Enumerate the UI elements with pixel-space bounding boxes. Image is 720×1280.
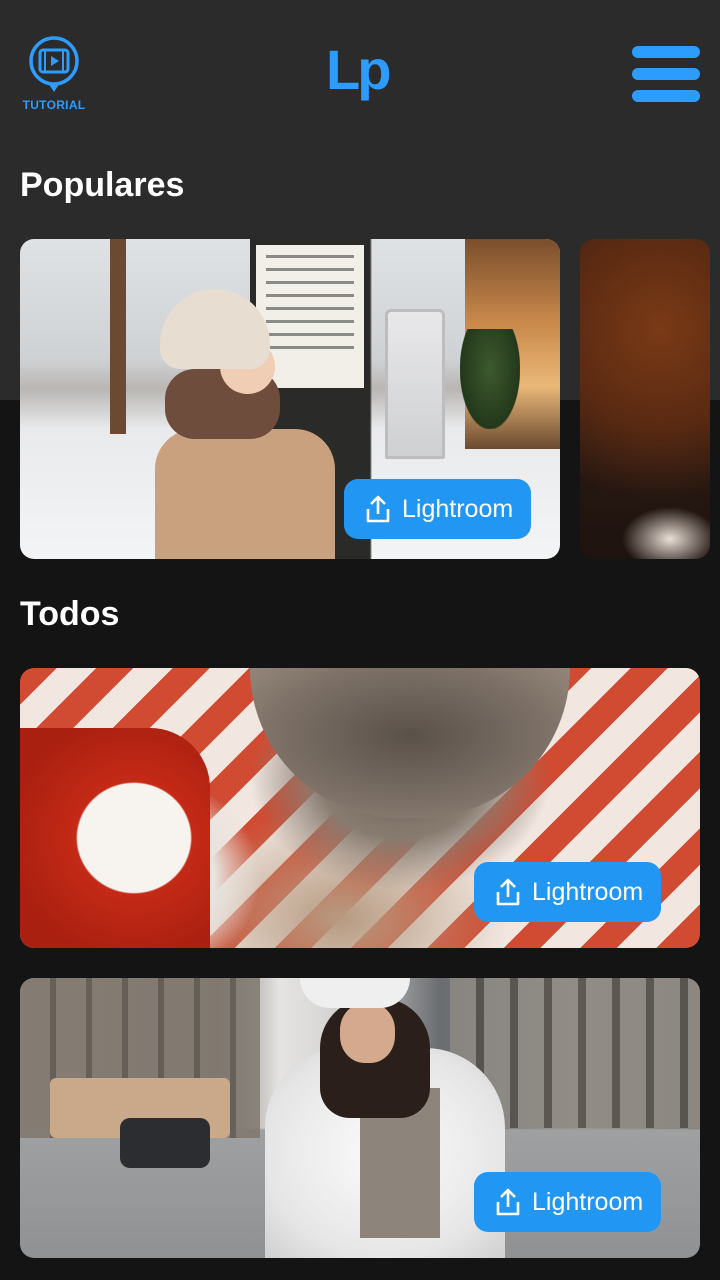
tutorial-button[interactable]: TUTORIAL <box>18 36 90 116</box>
share-upload-icon <box>366 495 390 523</box>
cap <box>300 978 410 1008</box>
hamburger-menu-icon[interactable] <box>632 46 700 102</box>
share-upload-icon <box>496 1188 520 1216</box>
lightroom-button[interactable]: Lightroom <box>344 479 532 539</box>
section-title-all: Todos <box>20 595 120 633</box>
preset-card-popular-2[interactable] <box>580 239 710 559</box>
dog-head <box>250 668 570 818</box>
video-tutorial-icon <box>29 36 79 92</box>
santa-jacket <box>20 728 210 948</box>
app-header: TUTORIAL Lp <box>0 0 720 140</box>
coat <box>155 429 335 559</box>
lightroom-button-label: Lightroom <box>402 494 514 523</box>
lantern <box>385 309 445 459</box>
preset-card-all-2[interactable]: Lightroom <box>20 978 700 1258</box>
car <box>120 1118 210 1168</box>
lightroom-button[interactable]: Lightroom <box>474 862 662 922</box>
preset-card-popular-1[interactable]: Lightroom <box>20 239 560 559</box>
section-title-popular: Populares <box>20 166 185 204</box>
app-logo: Lp <box>326 38 391 101</box>
menu-bar <box>632 68 700 80</box>
share-upload-icon <box>496 878 520 906</box>
menu-bar <box>632 90 700 102</box>
lightroom-button-label: Lightroom <box>532 877 644 906</box>
lightroom-button-label: Lightroom <box>532 1187 644 1216</box>
preset-card-all-1[interactable]: Lightroom <box>20 668 700 948</box>
face <box>340 1003 395 1063</box>
tutorial-label: TUTORIAL <box>22 98 86 112</box>
menu-bar <box>632 46 700 58</box>
tree-trunk <box>110 239 126 434</box>
potted-plant <box>460 329 520 429</box>
lightroom-button[interactable]: Lightroom <box>474 1172 662 1232</box>
